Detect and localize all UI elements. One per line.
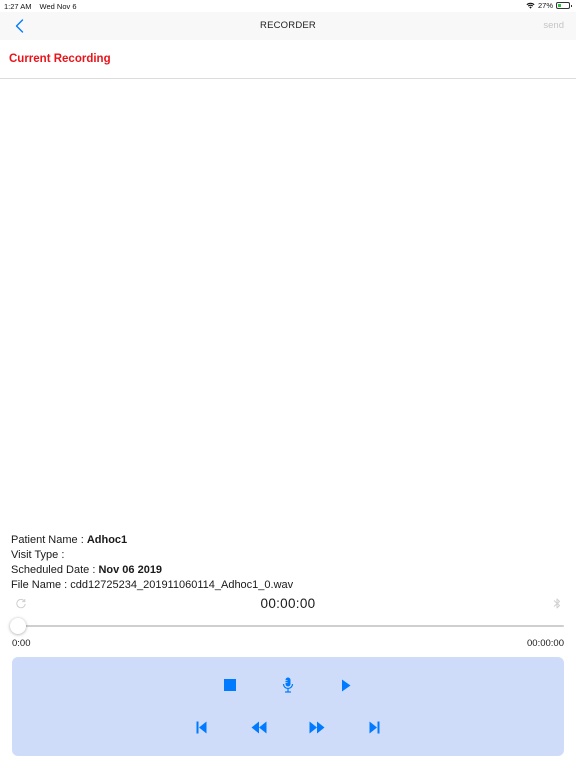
patient-name-label: Patient Name : <box>11 534 87 546</box>
patient-name-row: Patient Name : Adhoc1 <box>11 533 293 548</box>
status-time: 1:27 AM <box>4 2 32 11</box>
total-time: 00:00:00 <box>527 638 564 649</box>
playback-slider[interactable] <box>10 618 564 634</box>
skip-forward-button[interactable] <box>362 715 386 739</box>
stop-button[interactable] <box>218 673 242 697</box>
fast-forward-button[interactable] <box>305 715 329 739</box>
bluetooth-icon[interactable] <box>552 597 562 610</box>
status-date: Wed Nov 6 <box>39 2 77 11</box>
microphone-icon <box>282 677 294 693</box>
status-left: 1:27 AM Wed Nov 6 <box>4 2 77 11</box>
stop-icon <box>224 679 236 691</box>
visit-type-row: Visit Type : <box>11 548 293 563</box>
nav-bar: RECORDER send <box>0 12 576 40</box>
record-button[interactable] <box>276 673 300 697</box>
status-right: 27% <box>526 1 572 10</box>
nav-title: RECORDER <box>260 20 316 31</box>
wifi-icon <box>526 2 535 9</box>
scheduled-date-label: Scheduled Date : <box>11 564 99 576</box>
skip-back-icon <box>196 721 206 733</box>
skip-forward-icon <box>369 721 379 733</box>
fast-forward-icon <box>309 721 325 733</box>
status-bar: 1:27 AM Wed Nov 6 27% <box>0 0 576 12</box>
file-name-row: File Name : cdd12725234_201911060114_Adh… <box>11 578 293 593</box>
battery-percent: 27% <box>537 1 553 10</box>
slider-track <box>12 625 564 627</box>
file-name-value: cdd12725234_201911060114_Adhoc1_0.wav <box>70 579 294 591</box>
recording-timer: 00:00:00 <box>260 596 316 611</box>
play-button[interactable] <box>334 673 358 697</box>
visit-type-label: Visit Type : <box>11 549 65 561</box>
recording-info: Patient Name : Adhoc1 Visit Type : Sched… <box>11 533 293 593</box>
scheduled-date-value: Nov 06 2019 <box>98 564 163 576</box>
file-name-label: File Name : <box>11 579 71 591</box>
rewind-button[interactable] <box>247 715 271 739</box>
send-button[interactable]: send <box>543 20 564 31</box>
play-icon <box>342 679 351 691</box>
skip-back-button[interactable] <box>189 715 213 739</box>
elapsed-time: 0:00 <box>12 638 31 649</box>
rewind-icon <box>251 721 267 733</box>
controls-panel <box>12 657 564 756</box>
patient-name-value: Adhoc1 <box>86 534 128 546</box>
battery-fill <box>558 4 561 7</box>
scheduled-date-row: Scheduled Date : Nov 06 2019 <box>11 563 293 578</box>
timer-row: 00:00:00 <box>0 595 576 613</box>
battery-icon <box>556 2 572 9</box>
section-header: Current Recording <box>0 40 576 79</box>
section-title: Current Recording <box>9 53 111 65</box>
slider-thumb[interactable] <box>10 618 26 634</box>
